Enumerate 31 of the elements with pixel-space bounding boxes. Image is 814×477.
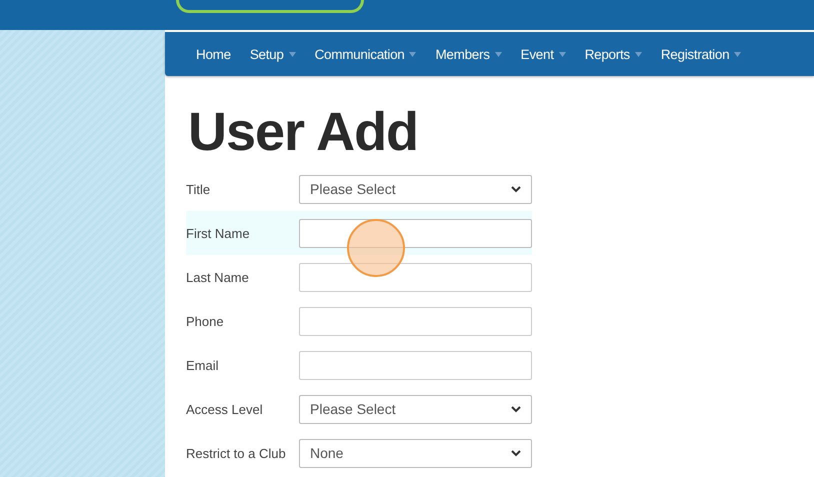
select-field[interactable]: Please Select: [299, 174, 532, 204]
select-field[interactable]: Please Select: [299, 394, 532, 424]
chevron-down-icon: [511, 450, 521, 456]
caret-icon: [409, 52, 416, 56]
caret-icon: [734, 52, 742, 56]
field-label: First Name: [186, 226, 251, 240]
nav-item[interactable]: Event: [520, 46, 566, 62]
caret-icon: [494, 52, 502, 56]
nav-item[interactable]: Home: [196, 46, 231, 62]
nav-item[interactable]: Communication: [314, 46, 416, 62]
nav-item[interactable]: Registration: [660, 46, 742, 62]
input-field[interactable]: [299, 350, 532, 380]
input-field[interactable]: [299, 218, 532, 248]
nav-item[interactable]: Reports: [584, 46, 642, 62]
field-label: Last Name: [186, 270, 250, 284]
input-field[interactable]: [299, 306, 532, 336]
nav-item[interactable]: Members: [435, 46, 502, 62]
page-heading: User Add: [188, 102, 418, 162]
chevron-down-icon: [511, 186, 521, 192]
field-label: Phone: [186, 314, 225, 328]
caret-icon: [634, 52, 642, 56]
field-label: Access Level: [186, 402, 264, 416]
caret-icon: [288, 52, 296, 56]
field-label: Restrict to a Club: [186, 446, 287, 460]
nav-item[interactable]: Setup: [250, 46, 296, 62]
caret-icon: [558, 52, 566, 56]
field-label: Title: [186, 182, 212, 196]
input-field[interactable]: [299, 262, 532, 292]
chevron-down-icon: [511, 406, 521, 412]
select-field[interactable]: None: [299, 438, 532, 468]
field-label: Email: [186, 358, 220, 372]
